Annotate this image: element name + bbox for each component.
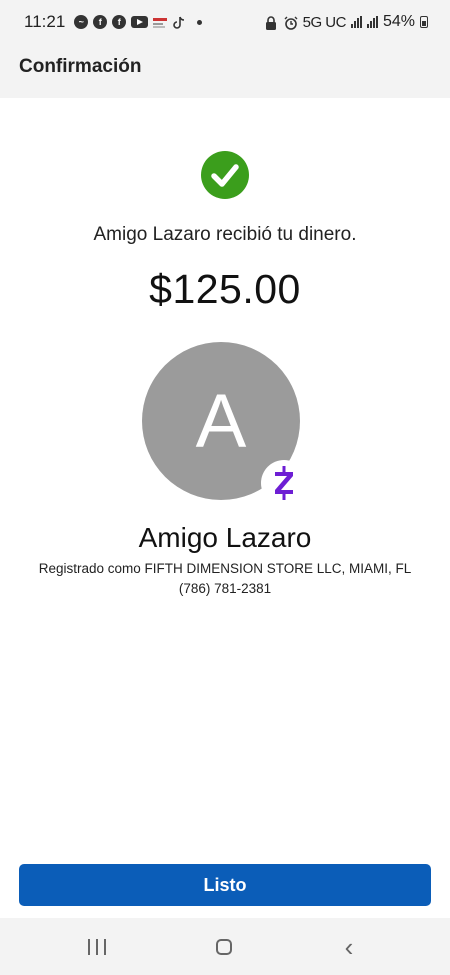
app-header: Confirmación bbox=[0, 44, 450, 98]
tiktok-icon bbox=[172, 16, 186, 29]
home-icon[interactable] bbox=[204, 930, 244, 964]
network-type: 5G UC bbox=[302, 13, 347, 31]
recents-icon[interactable] bbox=[77, 930, 117, 964]
alarm-icon bbox=[284, 16, 298, 30]
recipient-name: Amigo Lazaro bbox=[138, 522, 312, 553]
signal-icon-2 bbox=[366, 16, 378, 28]
done-button[interactable]: Listo bbox=[19, 864, 431, 906]
facebook-icon: f bbox=[93, 15, 108, 29]
confirmation-message: Amigo Lazaro recibió tu dinero. bbox=[93, 224, 357, 245]
page-title: Confirmación bbox=[19, 56, 142, 77]
status-time: 11:21 bbox=[24, 12, 66, 31]
battery-icon bbox=[420, 16, 428, 28]
recipient-phone: (786) 781-2381 bbox=[178, 581, 272, 596]
status-bar: 11:21 ~ f f 5G UC 54% bbox=[0, 0, 450, 44]
check-circle-icon bbox=[201, 151, 249, 199]
zelle-logo-icon bbox=[261, 460, 307, 506]
signal-icon bbox=[350, 16, 362, 28]
facebook-icon-2: f bbox=[112, 15, 127, 29]
avatar-initial: A bbox=[195, 378, 247, 464]
status-right: 5G UC 54% bbox=[265, 13, 428, 31]
lock-icon bbox=[265, 16, 279, 30]
amount-sent: $125.00 bbox=[149, 266, 301, 312]
messenger-icon: ~ bbox=[74, 15, 89, 29]
registered-as: Registrado como FIFTH DIMENSION STORE LL… bbox=[38, 561, 412, 576]
system-nav-bar: ‹ bbox=[0, 918, 450, 975]
notification-app-icon bbox=[153, 16, 168, 28]
back-icon[interactable]: ‹ bbox=[329, 930, 369, 964]
youtube-icon bbox=[131, 16, 149, 28]
status-left: 11:21 ~ f f bbox=[24, 12, 203, 32]
battery-percent: 54% bbox=[382, 13, 415, 30]
more-notifications-icon bbox=[197, 19, 203, 25]
